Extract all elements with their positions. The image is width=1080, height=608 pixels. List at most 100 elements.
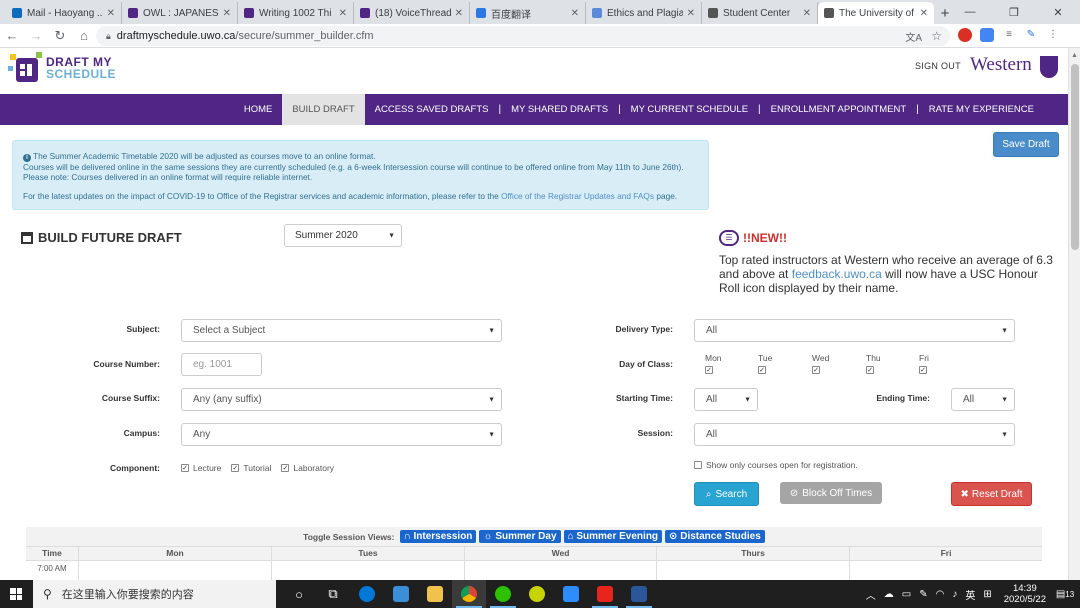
nav-item-enrollment-appointment[interactable]: ENROLLMENT APPOINTMENT [761, 94, 917, 125]
wifi-icon[interactable]: ◠ [936, 589, 945, 600]
tutorial-checkbox[interactable]: ✓ [231, 464, 240, 472]
fri-checkbox[interactable]: ✓ [919, 366, 927, 374]
extension-blue-icon[interactable]: ✎ [1024, 28, 1038, 42]
tab-close-icon[interactable]: ✕ [339, 8, 347, 19]
edge-icon[interactable] [350, 580, 384, 608]
nav-item-my-shared-drafts[interactable]: MY SHARED DRAFTS [501, 94, 618, 125]
term-select[interactable]: Summer 2020 ▼ [284, 224, 402, 247]
minimize-icon[interactable]: — [948, 0, 992, 24]
scroll-up-icon[interactable]: ▲ [1071, 52, 1078, 59]
tab-close-icon[interactable]: ✕ [223, 8, 231, 19]
summer-day-toggle[interactable]: ☼ Summer Day [479, 530, 561, 543]
draft-my-schedule-logo[interactable]: DRAFT MY SCHEDULE [8, 52, 126, 88]
cortana-icon[interactable]: ○ [282, 580, 316, 608]
volume-icon[interactable]: ♪ [952, 589, 957, 600]
tab-close-icon[interactable]: ✕ [920, 8, 928, 19]
browser-tab[interactable]: Student Center ✕ [702, 2, 818, 24]
tab-close-icon[interactable]: ✕ [455, 8, 463, 19]
sign-out-link[interactable]: SIGN OUT [915, 61, 961, 71]
browser-tab[interactable]: Mail - Haoyang ... ✕ [6, 2, 122, 24]
thurs-cell[interactable] [657, 561, 850, 580]
wed-checkbox[interactable]: ✓ [812, 366, 820, 374]
distance-studies-toggle[interactable]: ⊙ Distance Studies [665, 530, 765, 543]
mail-app-icon[interactable] [384, 580, 418, 608]
taskbar-clock[interactable]: 14:39 2020/5/22 [1004, 583, 1046, 605]
intersession-toggle[interactable]: ∩ Intersession [399, 530, 477, 543]
block-off-times-button[interactable]: ⊘ Block Off Times [780, 482, 882, 504]
nav-item-home[interactable]: HOME [234, 94, 283, 125]
taskbar-search-input[interactable]: ⚲ 在这里输入你要搜索的内容 [33, 580, 276, 608]
ime-indicator[interactable]: 英 [965, 587, 975, 602]
acrobat-icon[interactable] [588, 580, 622, 608]
course-number-input[interactable]: eg. 1001 [181, 353, 262, 376]
reload-icon[interactable]: ↻ [48, 28, 72, 44]
feedback-link[interactable]: feedback.uwo.ca [792, 267, 882, 281]
scrollbar-thumb[interactable] [1071, 64, 1079, 250]
translate-icon[interactable]: 文A [905, 29, 922, 44]
file-explorer-icon[interactable] [418, 580, 452, 608]
browser-tab[interactable]: 百度翻译 ✕ [470, 2, 586, 24]
bookmark-star-icon[interactable]: ☆ [931, 29, 942, 43]
chrome-icon[interactable] [452, 580, 486, 608]
green-app-icon[interactable] [520, 580, 554, 608]
starting-time-select[interactable]: All ▼ [694, 388, 758, 411]
laboratory-checkbox[interactable]: ✓ [281, 464, 290, 472]
open-only-checkbox[interactable] [694, 461, 702, 469]
tab-close-icon[interactable]: ✕ [687, 8, 695, 19]
summer-evening-toggle[interactable]: ⌂ Summer Evening [563, 530, 663, 543]
restore-icon[interactable]: ❐ [992, 0, 1036, 24]
course-suffix-select[interactable]: Any (any suffix) ▼ [181, 388, 502, 411]
extension-translate-icon[interactable] [980, 28, 994, 42]
search-button[interactable]: ⌕ Search [694, 482, 759, 506]
windows-start-icon[interactable] [10, 588, 22, 600]
word-icon[interactable] [622, 580, 656, 608]
nav-item-my-current-schedule[interactable]: MY CURRENT SCHEDULE [621, 94, 758, 125]
zoom-icon[interactable] [554, 580, 588, 608]
task-view-icon[interactable]: ⧉ [316, 580, 350, 608]
menu-icon[interactable]: ⋮ [1046, 28, 1060, 42]
tab-close-icon[interactable]: ✕ [803, 8, 811, 19]
pen-icon[interactable]: ✎ [919, 589, 927, 600]
nav-item-access-saved-drafts[interactable]: ACCESS SAVED DRAFTS [365, 94, 499, 125]
mon-cell[interactable] [79, 561, 272, 580]
subject-select[interactable]: Select a Subject ▼ [181, 319, 502, 342]
mon-checkbox[interactable]: ✓ [705, 366, 713, 374]
browser-tab[interactable]: Writing 1002 Thi ✕ [238, 2, 354, 24]
browser-tab[interactable]: The University of ✕ [818, 2, 934, 24]
network-icon[interactable]: ▭ [902, 589, 911, 600]
lecture-checkbox[interactable]: ✓ [181, 464, 189, 472]
browser-tab[interactable]: (18) VoiceThread ✕ [354, 2, 470, 24]
close-window-icon[interactable]: ✕ [1036, 0, 1080, 24]
extension-red-icon[interactable] [958, 28, 972, 42]
ime-mode-icon[interactable]: ⊞ [983, 589, 991, 600]
reset-draft-button[interactable]: ✖ Reset Draft [951, 482, 1032, 506]
page-scrollbar[interactable]: ▲ [1068, 48, 1080, 580]
fri-cell[interactable] [850, 561, 1042, 580]
tue-checkbox[interactable]: ✓ [758, 366, 766, 374]
wed-cell[interactable] [465, 561, 657, 580]
session-select[interactable]: All ▼ [694, 423, 1015, 446]
home-icon[interactable]: ⌂ [72, 28, 96, 43]
notification-center-icon[interactable]: ▤13 [1054, 589, 1076, 600]
delivery-type-select[interactable]: All ▼ [694, 319, 1015, 342]
cloud-icon[interactable]: ☁ [884, 589, 894, 600]
tues-cell[interactable] [272, 561, 465, 580]
campus-select[interactable]: Any ▼ [181, 423, 502, 446]
nav-item-build-draft[interactable]: BUILD DRAFT [282, 94, 365, 125]
tray-overflow-icon[interactable]: ︿ [866, 587, 876, 602]
back-icon[interactable]: ← [0, 28, 24, 43]
western-wordmark[interactable]: Western [970, 54, 1032, 76]
wechat-icon[interactable] [486, 580, 520, 608]
thu-checkbox[interactable]: ✓ [866, 366, 874, 374]
extension-list-icon[interactable]: ≡ [1002, 28, 1016, 42]
ending-time-select[interactable]: All ▼ [951, 388, 1015, 411]
browser-tab[interactable]: Ethics and Plagia ✕ [586, 2, 702, 24]
tab-close-icon[interactable]: ✕ [107, 8, 115, 19]
browser-tab[interactable]: OWL : JAPANESE ✕ [122, 2, 238, 24]
url-input[interactable]: 🔒︎ draftmyschedule.uwo.ca/secure/summer_… [96, 26, 950, 46]
save-draft-button[interactable]: Save Draft [993, 132, 1059, 157]
nav-item-rate-my-experience[interactable]: RATE MY EXPERIENCE [919, 94, 1044, 125]
registrar-updates-link[interactable]: Office of the Registrar Updates and FAQs [501, 191, 654, 201]
forward-icon[interactable]: → [24, 28, 48, 43]
tab-close-icon[interactable]: ✕ [571, 8, 579, 19]
